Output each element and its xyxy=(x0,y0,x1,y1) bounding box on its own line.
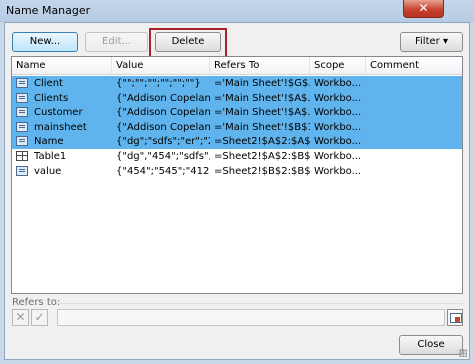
column-header-value[interactable]: Value xyxy=(112,57,210,74)
cell-refers: =Sheet2!$B$2:$B$5 xyxy=(214,165,310,177)
refers-to-divider xyxy=(57,303,463,304)
table-row[interactable]: Clients {"Addison Copelan... ='Main Sheet'… xyxy=(12,90,462,106)
column-header-scope[interactable]: Scope xyxy=(310,57,366,74)
column-header-name[interactable]: Name xyxy=(12,57,112,74)
cell-scope: Workbo... xyxy=(314,78,362,89)
cell-value: {"Addison Copelan... xyxy=(116,107,210,119)
close-icon: ✕ xyxy=(418,1,429,15)
table-row[interactable]: Name {"dg";"sdfs";"er";"23... =Sheet2!$A$2… xyxy=(12,134,462,150)
column-header-comment[interactable]: Comment xyxy=(366,57,462,74)
new-button-label: New... xyxy=(29,36,61,47)
cell-name: Table1 xyxy=(34,151,67,162)
cell-value: {"dg";"sdfs";"er";"23... xyxy=(116,136,210,148)
cell-comment xyxy=(366,105,462,120)
collapse-dialog-button[interactable] xyxy=(447,309,463,326)
cell-comment xyxy=(366,91,462,106)
cell-refers: =Sheet2!$A$2:$B$5 xyxy=(214,151,310,162)
cell-name: Customer xyxy=(34,107,83,119)
list-header: Name Value Refers To Scope Comment xyxy=(12,57,462,75)
title-bar: Name Manager ✕ xyxy=(0,0,474,22)
cell-refers: ='Main Sheet'!$G$... xyxy=(214,78,310,89)
cell-comment xyxy=(366,149,462,164)
cell-refers: ='Main Sheet'!$A$... xyxy=(214,92,310,104)
cell-name: Name xyxy=(34,136,64,148)
cell-comment xyxy=(366,76,462,91)
cell-value: {"dg","454";"sdfs","5... xyxy=(116,151,210,162)
cell-value: {"454";"545";"412";"... xyxy=(116,165,210,177)
names-list[interactable]: Name Value Refers To Scope Comment Clien… xyxy=(11,56,463,294)
close-button-label: Close xyxy=(417,339,445,350)
close-button[interactable]: Close xyxy=(399,335,463,355)
cell-refers: ='Main Sheet'!$A$... xyxy=(214,107,310,119)
table-row[interactable]: Client {"";"";"";"";"";""} ='Main Sheet'!$… xyxy=(12,76,462,91)
cancel-edit-button[interactable]: ✕ xyxy=(12,309,29,326)
refers-to-input[interactable] xyxy=(57,309,445,326)
column-header-refers-to[interactable]: Refers To xyxy=(210,57,310,74)
window-close-button[interactable]: ✕ xyxy=(403,0,444,18)
filter-button[interactable]: Filter ▾ xyxy=(400,32,463,52)
cell-value: {"";"";"";"";"";""} xyxy=(116,78,201,89)
confirm-edit-button[interactable]: ✓ xyxy=(31,309,48,326)
new-button[interactable]: New... xyxy=(12,32,78,52)
edit-button-label: Edit... xyxy=(102,36,131,47)
cell-name: mainsheet xyxy=(34,121,87,133)
cell-comment xyxy=(366,164,462,179)
table-row[interactable]: Customer {"Addison Copelan... ='Main Sheet… xyxy=(12,105,462,121)
table-row[interactable]: Table1 {"dg","454";"sdfs","5... =Sheet2!$A… xyxy=(12,149,462,164)
dropdown-arrow-icon: ▾ xyxy=(442,36,448,47)
cell-scope: Workbo... xyxy=(314,136,362,148)
edit-button[interactable]: Edit... xyxy=(85,32,148,52)
filter-button-label: Filter xyxy=(415,36,440,47)
cell-value: {"Addison Copelan... xyxy=(116,92,210,104)
table-row[interactable]: mainsheet {"Addison Copelan... ='Main Shee… xyxy=(12,119,462,135)
table-row[interactable]: value {"454";"545";"412";"... =Sheet2!$B$2… xyxy=(12,164,462,179)
cell-scope: Workbo... xyxy=(314,121,362,133)
delete-highlight-frame xyxy=(149,28,227,59)
cell-scope: Workbo... xyxy=(314,151,362,162)
cell-name: value xyxy=(34,165,62,177)
checkmark-icon: ✓ xyxy=(34,310,45,324)
cell-refers: ='Main Sheet'!$B$1 xyxy=(214,121,310,133)
cell-scope: Workbo... xyxy=(314,107,362,119)
cell-comment xyxy=(366,120,462,135)
cancel-x-icon: ✕ xyxy=(15,310,26,324)
window-title: Name Manager xyxy=(6,4,91,17)
cell-comment xyxy=(366,134,462,149)
cell-refers: =Sheet2!$A$2:$A$5 xyxy=(214,136,310,148)
dialog-body: New... Edit... Delete Filter ▾ Name Valu… xyxy=(4,22,470,360)
cell-scope: Workbo... xyxy=(314,165,362,177)
cell-name: Clients xyxy=(34,92,69,104)
cell-scope: Workbo... xyxy=(314,92,362,104)
refers-to-label: Refers to: xyxy=(12,297,61,308)
cell-value: {"Addison Copelan... xyxy=(116,121,210,133)
resize-grip[interactable] xyxy=(459,349,467,357)
cell-name: Client xyxy=(34,78,63,89)
